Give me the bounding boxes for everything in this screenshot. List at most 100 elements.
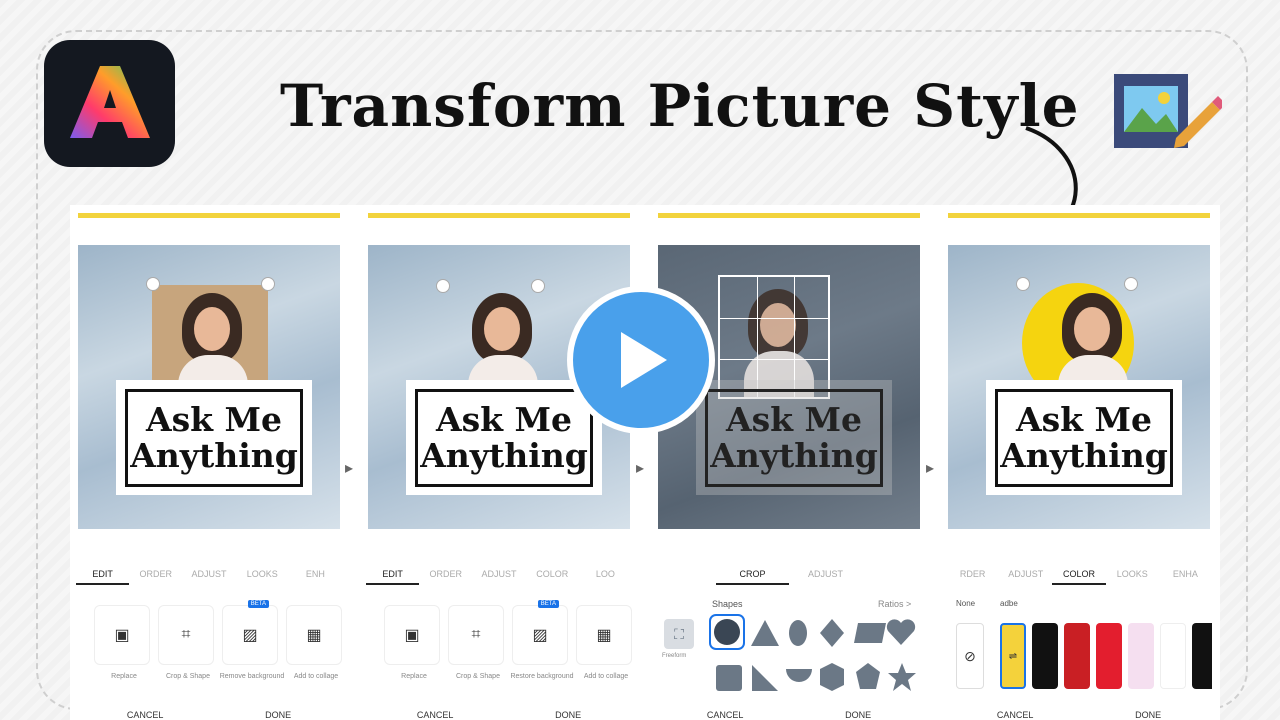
resize-handle[interactable] [1124, 277, 1138, 291]
tab-edit[interactable]: EDIT [76, 563, 130, 585]
adobe-express-logo [44, 40, 175, 167]
restore-background-button[interactable]: BETA ▨ Restore background [510, 600, 574, 680]
tab-enhance[interactable]: ENH [289, 563, 342, 585]
add-to-collage-button[interactable]: ▦ Add to collage [576, 605, 632, 680]
freeform-label: Freeform [662, 653, 687, 659]
remove-bg-icon: ▨ [242, 627, 258, 644]
picture-edit-icon [1112, 72, 1226, 152]
heading-line-2: Anything [1000, 435, 1168, 475]
tab-bar: EDIT ORDER ADJUST COLOR LOO [366, 563, 632, 585]
heading-line-2: Anything [130, 435, 298, 475]
step-arrow-icon: ▸ [345, 460, 354, 477]
step-arrow-icon: ▸ [636, 460, 645, 477]
remove-background-button[interactable]: BETA ▨ Remove background [220, 600, 284, 680]
heading-line-1: Ask Me [435, 399, 573, 439]
tab-looks[interactable]: LOOKS [1106, 563, 1159, 585]
color-swatch[interactable] [1128, 623, 1154, 689]
cancel-button[interactable]: CANCEL [997, 710, 1034, 720]
resize-handle[interactable] [436, 279, 450, 293]
tab-adjust[interactable]: ADJUST [472, 563, 525, 585]
crop-shape-button[interactable]: ⌗ Crop & Shape [448, 605, 504, 680]
panel-edit: Ask Me Anything EDIT ORDER ADJUST LOOKS … [76, 213, 342, 720]
color-option-adbe: adbe [1000, 599, 1018, 608]
resize-handle[interactable] [146, 277, 160, 291]
play-icon [621, 332, 667, 388]
color-swatch-selected[interactable]: ⇌ [1000, 623, 1026, 689]
cancel-button[interactable]: CANCEL [417, 710, 454, 720]
panel-footer: CANCEL DONE [76, 710, 342, 720]
panel-crop: Ask Me Anything CROP ADJUST ⛶ Freeform S… [656, 213, 922, 720]
yellow-bar [368, 213, 630, 218]
crop-shape-button[interactable]: ⌗ Crop & Shape [158, 605, 214, 680]
color-swatch[interactable] [1160, 623, 1186, 689]
crop-icon: ⌗ [181, 626, 191, 643]
tab-crop[interactable]: CROP [716, 563, 789, 585]
step-arrow-icon: ▸ [926, 460, 935, 477]
page-title: Transform Picture Style [280, 72, 1080, 140]
tab-enhance[interactable]: ENHA [1159, 563, 1212, 585]
panel-footer: CANCEL DONE [946, 710, 1212, 720]
shapes-panel: ⛶ Freeform Shapes Ratios > [656, 593, 922, 703]
yellow-bar [948, 213, 1210, 218]
resize-handle[interactable] [261, 277, 275, 291]
done-button[interactable]: DONE [845, 710, 871, 720]
tab-looks[interactable]: LOOKS [236, 563, 289, 585]
color-swatch[interactable] [1064, 623, 1090, 689]
shapes-label: Shapes [712, 599, 743, 609]
tab-order[interactable]: ORDER [419, 563, 472, 585]
text-card[interactable]: Ask Me Anything [986, 380, 1182, 495]
canvas[interactable]: Ask Me Anything [78, 245, 340, 529]
add-to-collage-button[interactable]: ▦ Add to collage [286, 605, 342, 680]
color-panel: None adbe ⊘ ⇌ [946, 593, 1212, 703]
crop-icon: ⌗ [471, 626, 481, 643]
color-option-none: None [956, 599, 976, 608]
cancel-button[interactable]: CANCEL [127, 710, 164, 720]
panel-footer: CANCEL DONE [366, 710, 632, 720]
ratios-link[interactable]: Ratios > [878, 599, 911, 609]
restore-bg-icon: ▨ [532, 627, 548, 644]
color-swatch[interactable] [1032, 623, 1058, 689]
tab-adjust[interactable]: ADJUST [789, 563, 862, 585]
text-card[interactable]: Ask Me Anything [406, 380, 602, 495]
replace-button[interactable]: ▣ Replace [384, 605, 440, 680]
heading-line-1: Ask Me [1015, 399, 1153, 439]
replace-button[interactable]: ▣ Replace [94, 605, 150, 680]
freeform-button[interactable]: ⛶ [664, 619, 694, 649]
resize-handle[interactable] [1016, 277, 1030, 291]
yellow-bar [78, 213, 340, 218]
tool-row: ▣ Replace ⌗ Crop & Shape BETA ▨ Remove backg… [76, 600, 342, 695]
panel-color: Ask Me Anything RDER ADJUST COLOR LOOKS … [946, 213, 1212, 720]
cancel-button[interactable]: CANCEL [707, 710, 744, 720]
text-card[interactable]: Ask Me Anything [696, 380, 892, 495]
replace-icon: ▣ [114, 627, 130, 644]
no-color-icon: ⊘ [964, 647, 976, 664]
tab-order[interactable]: RDER [946, 563, 999, 585]
text-card[interactable]: Ask Me Anything [116, 380, 312, 495]
color-swatch[interactable] [1192, 623, 1212, 689]
shape-grid[interactable] [708, 613, 920, 703]
tab-adjust[interactable]: ADJUST [999, 563, 1052, 585]
no-color-button[interactable]: ⊘ [956, 623, 984, 689]
tool-row: ▣ Replace ⌗ Crop & Shape BETA ▨ Restore back… [366, 600, 632, 695]
tab-looks[interactable]: LOO [579, 563, 632, 585]
done-button[interactable]: DONE [1135, 710, 1161, 720]
resize-handle[interactable] [531, 279, 545, 293]
panel-remove-bg: Ask Me Anything EDIT ORDER ADJUST COLOR … [366, 213, 632, 720]
color-swatch[interactable] [1096, 623, 1122, 689]
heading-line-1: Ask Me [145, 399, 283, 439]
canvas[interactable]: Ask Me Anything [948, 245, 1210, 529]
tab-edit[interactable]: EDIT [366, 563, 420, 585]
replace-icon: ▣ [404, 627, 420, 644]
yellow-bar [658, 213, 920, 218]
tab-adjust[interactable]: ADJUST [182, 563, 235, 585]
tab-color[interactable]: COLOR [1052, 563, 1106, 585]
done-button[interactable]: DONE [265, 710, 291, 720]
tab-color[interactable]: COLOR [526, 563, 579, 585]
done-button[interactable]: DONE [555, 710, 581, 720]
play-button[interactable] [567, 286, 715, 434]
tab-order[interactable]: ORDER [129, 563, 182, 585]
heading-line-2: Anything [420, 435, 588, 475]
tab-bar: EDIT ORDER ADJUST LOOKS ENH [76, 563, 342, 585]
tab-bar: CROP ADJUST [656, 563, 922, 585]
swatch-row: ⇌ [1000, 623, 1212, 689]
